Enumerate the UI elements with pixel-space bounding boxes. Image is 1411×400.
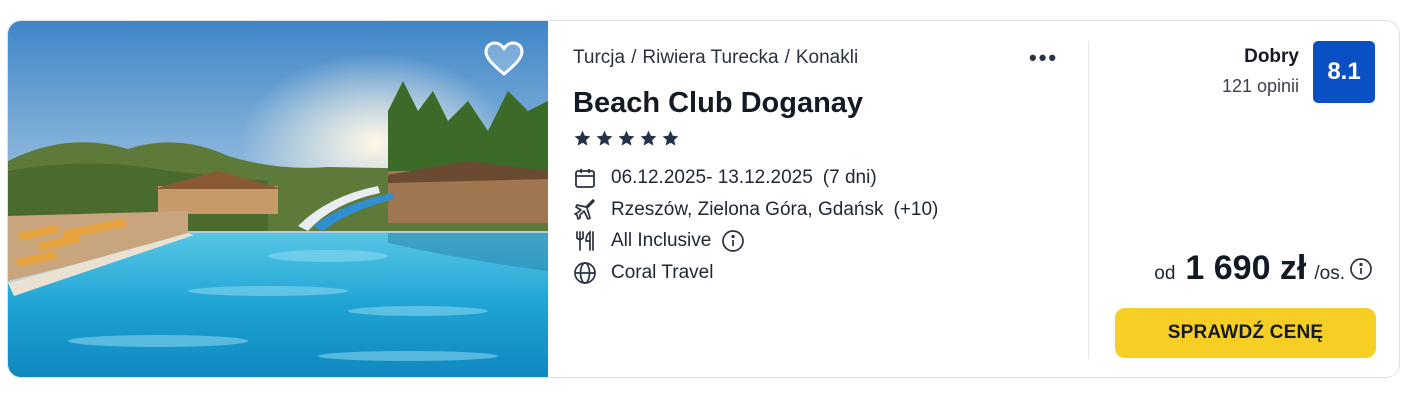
breadcrumb-country[interactable]: Turcja (573, 47, 625, 68)
star-icon (596, 130, 613, 146)
hotel-photo[interactable] (8, 21, 548, 377)
hotel-card[interactable]: Turcja / Riwiera Turecka / Konakli ••• Beach… (7, 20, 1400, 378)
rating-score-badge: 8.1 (1313, 41, 1375, 103)
calendar-icon (573, 166, 597, 190)
star-icon (640, 130, 657, 146)
breadcrumb-separator: / (631, 47, 637, 68)
card-divider (1088, 41, 1089, 359)
price-amount: 1 690 zł (1185, 249, 1307, 287)
price-per-person: /os. (1314, 263, 1345, 284)
breadcrumb-region[interactable]: Riwiera Turecka (642, 47, 778, 68)
dates-row: 06.12.2025- 13.12.2025 (7 dni) (573, 166, 877, 190)
departures-row: Rzeszów, Zielona Góra, Gdańsk (+10) (573, 198, 938, 222)
price-block: od 1 690 zł /os. (1154, 249, 1373, 288)
departure-airports: Rzeszów, Zielona Góra, Gdańsk (611, 199, 884, 220)
favorite-heart-icon[interactable] (484, 41, 524, 77)
board-type: All Inclusive (611, 230, 712, 251)
breadcrumb-city[interactable]: Konakli (796, 47, 858, 68)
price-prefix: od (1154, 263, 1176, 284)
plane-icon (573, 198, 597, 222)
board-info-icon[interactable] (721, 229, 745, 253)
rating-label: Dobry (1244, 46, 1299, 67)
star-icon (618, 130, 635, 146)
more-airports-link[interactable]: (+10) (893, 199, 938, 221)
breadcrumb-separator: / (784, 47, 790, 68)
hotel-photo-image (8, 21, 548, 377)
reviews-count[interactable]: 121 opinii (1222, 76, 1299, 97)
tour-operator: Coral Travel (611, 262, 714, 283)
star-rating (573, 129, 680, 148)
breadcrumb: Turcja / Riwiera Turecka / Konakli (573, 47, 858, 69)
trip-dates: 06.12.2025- 13.12.2025 (611, 167, 813, 188)
star-icon (574, 130, 591, 146)
more-options-icon[interactable]: ••• (1029, 45, 1058, 71)
check-price-button[interactable]: SPRAWDŹ CENĘ (1115, 308, 1376, 358)
globe-icon (573, 261, 597, 285)
star-icon (662, 130, 679, 146)
operator-row: Coral Travel (573, 261, 713, 285)
trip-duration: (7 dni) (822, 167, 877, 188)
hotel-info: Turcja / Riwiera Turecka / Konakli ••• Beach… (573, 21, 1073, 377)
price-info-icon[interactable] (1349, 257, 1373, 281)
board-row: All Inclusive (573, 229, 745, 253)
cutlery-icon (573, 229, 597, 253)
hotel-name[interactable]: Beach Club Doganay (573, 87, 863, 120)
